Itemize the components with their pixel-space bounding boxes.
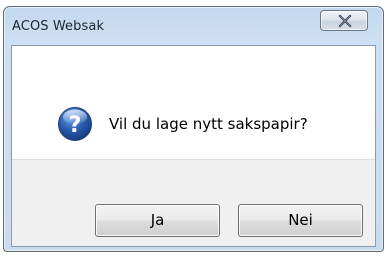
window-title: ACOS Websak [12,19,105,34]
yes-button[interactable]: Ja [95,204,220,237]
dialog-window: ACOS Websak ? Vil du lage nytt sakspapir… [3,6,384,252]
title-bar[interactable]: ACOS Websak [4,7,383,43]
svg-text:?: ? [69,113,82,138]
no-button[interactable]: Nei [238,204,363,237]
close-button[interactable] [320,10,368,31]
dialog-body: ? Vil du lage nytt sakspapir? Ja Nei [11,45,376,247]
dialog-message: Vil du lage nytt sakspapir? [109,115,308,133]
question-icon: ? [58,107,92,141]
message-area: ? Vil du lage nytt sakspapir? [12,46,375,159]
button-bar: Ja Nei [12,159,375,246]
close-icon [338,14,352,28]
